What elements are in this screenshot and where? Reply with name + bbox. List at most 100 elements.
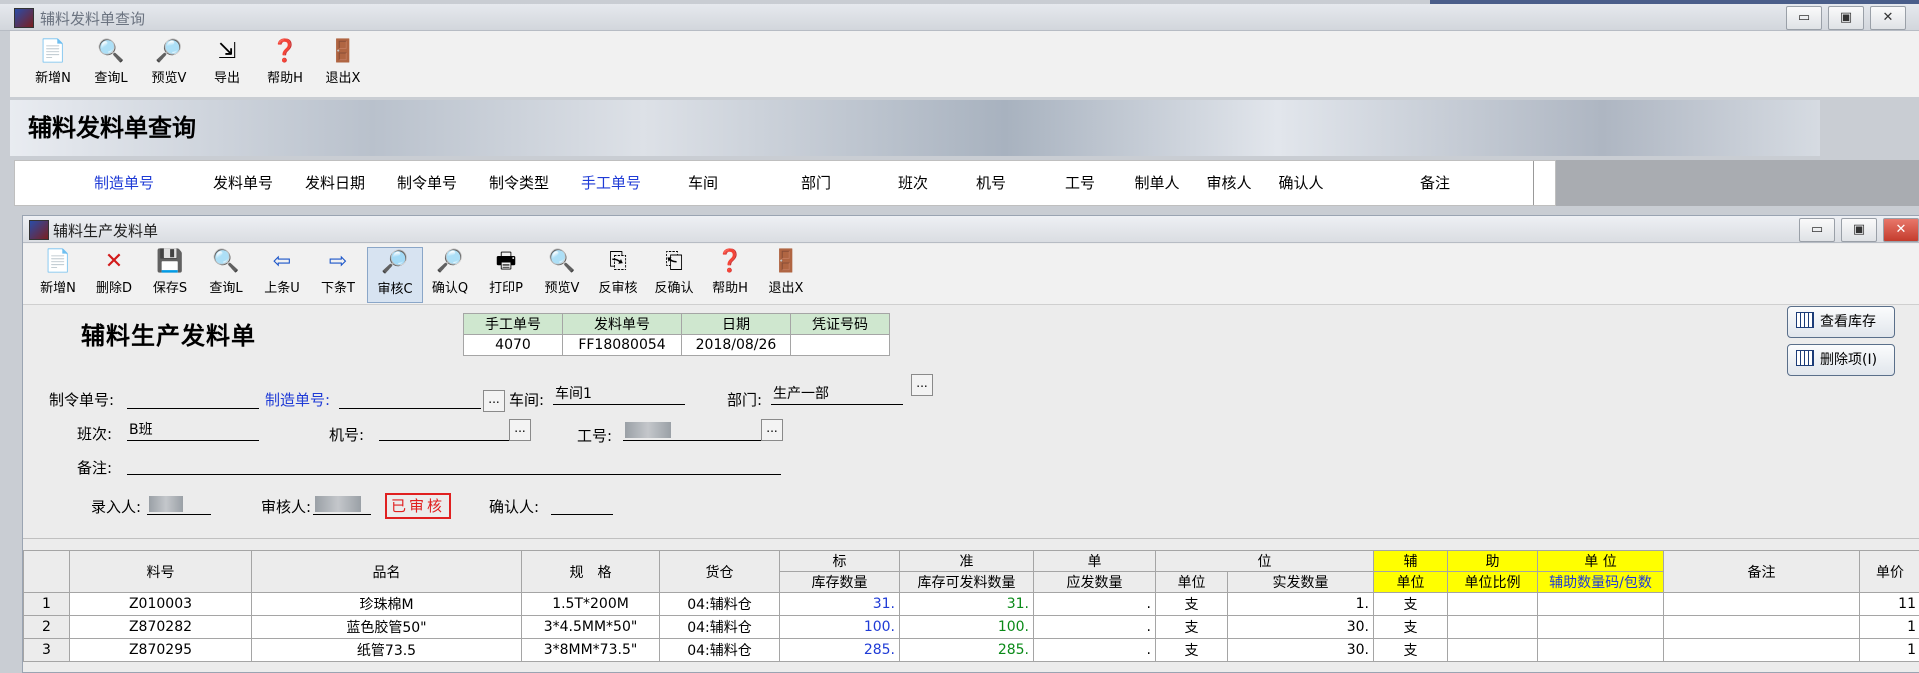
cell-note[interactable] [1664,616,1860,639]
cell-aux-qty[interactable] [1538,639,1664,662]
cell-code[interactable]: Z010003 [70,593,252,616]
col-worker[interactable]: 工号 [1039,161,1122,205]
cell-aux-qty[interactable] [1538,616,1664,639]
cell-price[interactable]: 1 [1860,616,1919,639]
outer-exit-button[interactable]: 🚪退出X [316,37,370,91]
col-auditor[interactable]: 审核人 [1193,161,1266,205]
table-row[interactable]: 3 Z870295 纸管73.5 3*8MM*73.5" 04:辅料仓 285.… [24,639,1919,662]
cell-name[interactable]: 珍珠棉M [252,593,522,616]
next-record-button[interactable]: ⇨下条T [311,247,365,301]
entry-field [147,494,211,515]
new-button[interactable]: 📄新增N [31,247,85,301]
cell-code[interactable]: Z870295 [70,639,252,662]
workshop-field[interactable]: 车间1 [553,384,685,405]
col-note[interactable]: 备注 [1337,161,1534,205]
cell-due[interactable]: . [1034,616,1156,639]
prev-record-button[interactable]: ⇦上条U [255,247,309,301]
cell-aux-unit[interactable]: 支 [1374,593,1448,616]
cell-spec[interactable]: 1.5T*200M [522,593,660,616]
cell-price[interactable]: 11 [1860,593,1919,616]
machine-browse-button[interactable]: ... [509,419,531,441]
confirm-button[interactable]: 🔎确认Q [423,247,477,301]
info-manual-no[interactable]: 4070 [464,335,563,356]
col-creator[interactable]: 制单人 [1121,161,1194,205]
print-button[interactable]: 🖶打印P [479,247,533,301]
outer-query-button[interactable]: 🔍查询L [84,37,138,91]
delete-item-button[interactable]: 删除项(I) [1787,344,1895,376]
cell-aux-unit[interactable]: 支 [1374,639,1448,662]
cell-actual[interactable]: 30. [1228,639,1374,662]
auditor-field [313,494,371,515]
cell-actual[interactable]: 1. [1228,593,1374,616]
cell-ratio[interactable] [1448,639,1538,662]
help-button[interactable]: ❓帮助H [703,247,757,301]
table-row[interactable]: 2 Z870282 蓝色胶管50" 3*4.5MM*50" 04:辅料仓 100… [24,616,1919,639]
cell-code[interactable]: Z870282 [70,616,252,639]
table-row[interactable]: 1 Z010003 珍珠棉M 1.5T*200M 04:辅料仓 31. 31. … [24,593,1919,616]
outer-help-button[interactable]: ❓帮助H [258,37,312,91]
worker-field[interactable] [623,420,775,441]
order-no-field[interactable] [127,388,259,409]
cell-actual[interactable]: 30. [1228,616,1374,639]
info-date[interactable]: 2018/08/26 [682,335,791,356]
col-issue-no[interactable]: 发料单号 [197,161,290,205]
preview-button[interactable]: 🔍预览V [535,247,589,301]
maximize-button[interactable]: ▣ [1828,6,1864,30]
audit-button[interactable]: 🔎审核C [367,247,423,303]
info-voucher[interactable] [791,335,890,356]
note-field[interactable] [127,454,781,475]
cell-name[interactable]: 纸管73.5 [252,639,522,662]
cell-aux-qty[interactable] [1538,593,1664,616]
outer-export-button[interactable]: ⇲导出 [200,37,254,91]
inner-maximize-button[interactable]: ▣ [1841,218,1877,242]
inner-close-button[interactable]: ✕ [1883,218,1919,242]
col-issue-date[interactable]: 发料日期 [289,161,382,205]
delete-button[interactable]: ✕删除D [87,247,141,301]
shift-field[interactable]: B班 [127,420,259,441]
info-issue-no[interactable]: FF18080054 [563,335,682,356]
cell-warehouse[interactable]: 04:辅料仓 [660,593,780,616]
cell-aux-unit[interactable]: 支 [1374,616,1448,639]
exit-door-icon: 🚪 [772,249,800,275]
cell-ratio[interactable] [1448,593,1538,616]
cell-name[interactable]: 蓝色胶管50" [252,616,522,639]
cell-due[interactable]: . [1034,593,1156,616]
grid-header-aux-unit: 单位 [1374,572,1448,593]
save-button[interactable]: 💾保存S [143,247,197,301]
cell-warehouse[interactable]: 04:辅料仓 [660,639,780,662]
unconfirm-button[interactable]: ⎗反确认 [647,247,701,301]
col-dept[interactable]: 部门 [749,161,884,205]
query-button[interactable]: 🔍查询L [199,247,253,301]
delete-grid-icon [1796,350,1814,366]
cell-price[interactable]: 1 [1860,639,1919,662]
col-mfg-no[interactable]: 制造单号 [51,161,198,205]
outer-new-button[interactable]: 📄新增N [26,37,80,91]
view-stock-button[interactable]: 查看库存 [1787,306,1895,338]
worker-browse-button[interactable]: ... [761,419,783,441]
col-order-type[interactable]: 制令类型 [473,161,566,205]
machine-field[interactable] [379,420,511,441]
unaudit-button[interactable]: ⎘反审核 [591,247,645,301]
dept-browse-button[interactable]: ... [911,374,933,396]
mfg-no-browse-button[interactable]: ... [483,390,505,412]
close-button[interactable]: ✕ [1870,6,1906,30]
cell-due[interactable]: . [1034,639,1156,662]
cell-warehouse[interactable]: 04:辅料仓 [660,616,780,639]
col-machine[interactable]: 机号 [943,161,1040,205]
col-manual-no[interactable]: 手工单号 [565,161,658,205]
cell-spec[interactable]: 3*8MM*73.5" [522,639,660,662]
col-order-no[interactable]: 制令单号 [381,161,474,205]
mfg-no-field[interactable] [339,388,481,409]
col-confirmer[interactable]: 确认人 [1265,161,1338,205]
col-workshop[interactable]: 车间 [657,161,750,205]
minimize-button[interactable]: ▭ [1786,6,1822,30]
cell-note[interactable] [1664,639,1860,662]
col-shift[interactable]: 班次 [883,161,944,205]
cell-ratio[interactable] [1448,616,1538,639]
dept-field[interactable]: 生产一部 [771,384,903,405]
exit-button[interactable]: 🚪退出X [759,247,813,301]
inner-minimize-button[interactable]: ▭ [1799,218,1835,242]
cell-spec[interactable]: 3*4.5MM*50" [522,616,660,639]
cell-note[interactable] [1664,593,1860,616]
outer-preview-button[interactable]: 🔎预览V [142,37,196,91]
